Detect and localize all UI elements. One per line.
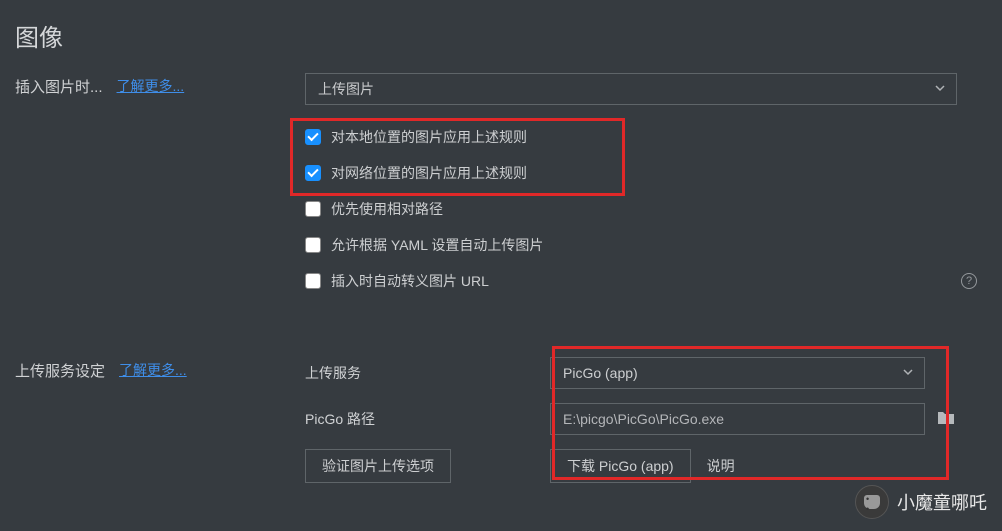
section-label-area: 上传服务设定 了解更多...	[15, 357, 305, 483]
chevron-down-icon	[902, 358, 914, 388]
checkbox-row: 允许根据 YAML 设置自动上传图片	[305, 235, 987, 255]
checkbox-relative-path[interactable]	[305, 201, 321, 217]
picgo-path-label: PicGo 路径	[305, 409, 550, 429]
insert-label: 插入图片时...	[15, 76, 103, 97]
upload-service-label: 上传服务	[305, 363, 550, 383]
upload-content: 上传服务 PicGo (app) PicGo 路径 验证图片上传选项 下载 Pi…	[305, 357, 987, 483]
learn-more-link-insert[interactable]: 了解更多...	[117, 76, 185, 96]
insert-image-section: 插入图片时... 了解更多... 上传图片 对本地位置的图片应用上述规则 对网络…	[0, 73, 1002, 307]
section-label-area: 插入图片时... 了解更多...	[15, 73, 305, 307]
checkbox-row: 对本地位置的图片应用上述规则	[305, 127, 987, 147]
insert-content: 上传图片 对本地位置的图片应用上述规则 对网络位置的图片应用上述规则 优先使用相…	[305, 73, 987, 307]
watermark: 小魔童哪吒	[855, 485, 987, 519]
checkbox-label: 允许根据 YAML 设置自动上传图片	[331, 235, 543, 255]
chevron-down-icon	[934, 74, 946, 104]
help-icon[interactable]: ?	[961, 273, 977, 289]
checkbox-row: 对网络位置的图片应用上述规则	[305, 163, 987, 183]
checkbox-list: 对本地位置的图片应用上述规则 对网络位置的图片应用上述规则 优先使用相对路径 允…	[305, 127, 987, 291]
upload-label: 上传服务设定	[15, 360, 105, 381]
watermark-text: 小魔童哪吒	[897, 489, 987, 515]
checkbox-label: 插入时自动转义图片 URL	[331, 271, 489, 291]
picgo-path-input[interactable]	[550, 403, 925, 435]
page-title: 图像	[0, 0, 1002, 73]
checkbox-label: 对本地位置的图片应用上述规则	[331, 127, 527, 147]
description-link[interactable]: 说明	[707, 456, 735, 476]
checkbox-yaml-upload[interactable]	[305, 237, 321, 253]
checkbox-row: 插入时自动转义图片 URL ?	[305, 271, 987, 291]
upload-service-section: 上传服务设定 了解更多... 上传服务 PicGo (app) PicGo 路径…	[0, 357, 1002, 483]
watermark-icon	[855, 485, 889, 519]
checkbox-local-rules[interactable]	[305, 129, 321, 145]
learn-more-link-upload[interactable]: 了解更多...	[119, 360, 187, 380]
checkbox-label: 对网络位置的图片应用上述规则	[331, 163, 527, 183]
insert-action-select[interactable]: 上传图片	[305, 73, 957, 105]
checkbox-escape-url[interactable]	[305, 273, 321, 289]
folder-icon[interactable]	[937, 410, 955, 428]
upload-service-value: PicGo (app)	[563, 365, 638, 381]
checkbox-label: 优先使用相对路径	[331, 199, 443, 219]
checkbox-network-rules[interactable]	[305, 165, 321, 181]
insert-action-value: 上传图片	[318, 81, 374, 97]
validate-upload-button[interactable]: 验证图片上传选项	[305, 449, 451, 483]
checkbox-row: 优先使用相对路径	[305, 199, 987, 219]
upload-service-select[interactable]: PicGo (app)	[550, 357, 925, 389]
download-picgo-button[interactable]: 下载 PicGo (app)	[550, 449, 691, 483]
